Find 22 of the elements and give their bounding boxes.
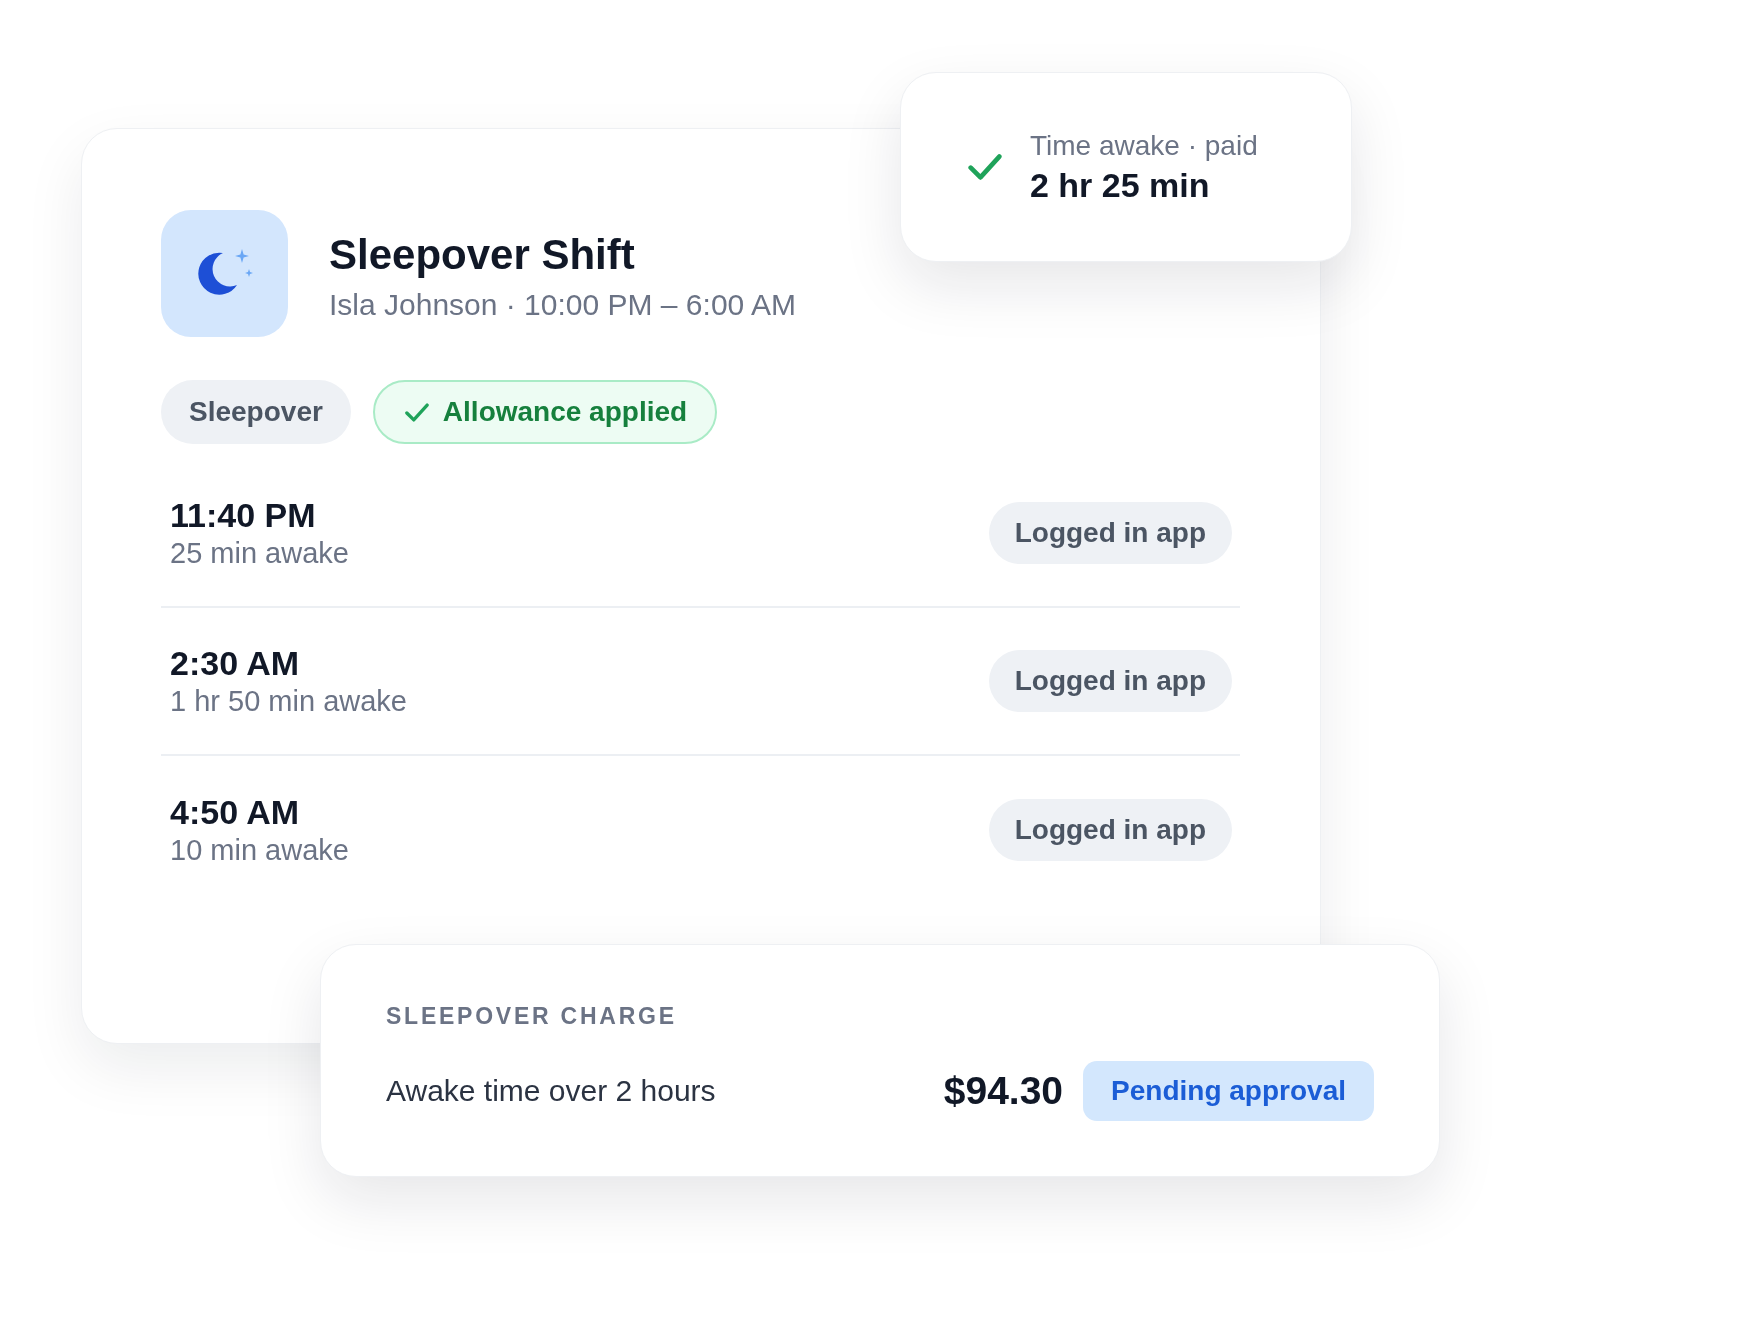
- shift-title: Sleepover Shift: [329, 229, 635, 280]
- charge-amount: $94.30: [943, 1068, 1064, 1114]
- awake-duration: 25 min awake: [170, 536, 349, 571]
- wake-time: 11:40 PM: [170, 495, 316, 535]
- shift-subtitle: Isla Johnson · 10:00 PM – 6:00 AM: [329, 286, 796, 323]
- awake-duration: 10 min awake: [170, 833, 349, 868]
- category-tag: Sleepover: [161, 380, 351, 444]
- source-badge: Logged in app: [988, 650, 1232, 712]
- charge-description: Awake time over 2 hours: [386, 1073, 716, 1109]
- check-icon: [968, 154, 1002, 180]
- summary-value: 2 hr 25 min: [1030, 165, 1210, 206]
- wake-time: 2:30 AM: [170, 643, 300, 683]
- moon-icon: [161, 210, 288, 337]
- check-icon: [404, 402, 429, 422]
- tag-label: Allowance applied: [442, 395, 688, 429]
- awake-duration: 1 hr 50 min awake: [170, 684, 407, 719]
- source-badge: Logged in app: [988, 502, 1232, 564]
- status-badge: Pending approval: [1083, 1061, 1374, 1121]
- wake-time: 4:50 AM: [170, 792, 300, 832]
- summary-label: Time awake · paid: [1030, 129, 1258, 163]
- section-heading: SLEEPOVER CHARGE: [386, 1002, 677, 1031]
- source-badge: Logged in app: [988, 799, 1232, 861]
